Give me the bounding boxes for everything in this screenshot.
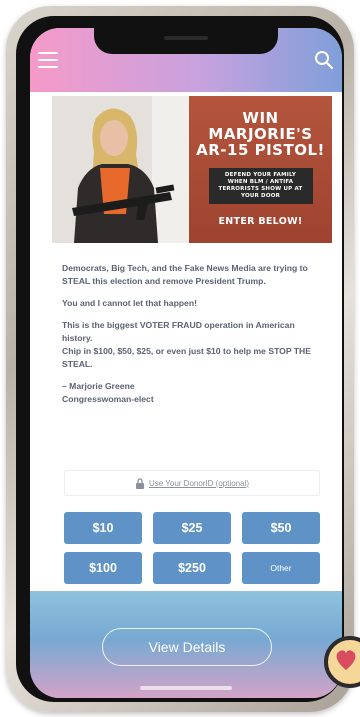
heart-icon [336,650,356,670]
appeal-message: Democrats, Big Tech, and the Fake News M… [62,262,322,415]
phone-screen: WIN MARJORIE'S AR-15 PISTOL! DEFEND YOUR… [30,28,342,698]
amount-button-10[interactable]: $10 [64,512,142,544]
amount-grid: $10 $25 $50 $100 $250 Other [64,512,320,584]
amount-button-50[interactable]: $50 [242,512,320,544]
message-paragraph: You and I cannot let that happen! [62,298,197,308]
amount-button-other[interactable]: Other [242,552,320,584]
hero-banner: WIN MARJORIE'S AR-15 PISTOL! DEFEND YOUR… [52,96,332,243]
search-icon[interactable] [314,50,334,70]
home-indicator[interactable] [140,686,232,690]
amount-button-250[interactable]: $250 [153,552,231,584]
speaker-grille [164,36,208,40]
amount-button-25[interactable]: $25 [153,512,231,544]
donor-id-link[interactable]: Use Your DonorID (optional) [64,470,320,496]
hamburger-icon[interactable] [38,52,58,68]
view-details-button[interactable]: View Details [102,628,272,666]
phone-notch [94,28,278,54]
message-paragraph: This is the biggest VOTER FRAUD operatio… [62,320,295,343]
signature-title: Congresswoman-elect [62,394,154,404]
hero-photo [52,96,189,243]
promo-cta: ENTER BELOW! [218,216,303,227]
person-with-rifle-illustration [52,96,189,243]
message-paragraph: Chip in $100, $50, $25, or even just $10… [62,346,311,369]
promo-title-line: AR-15 PISTOL! [196,141,325,159]
promo-title-line: WIN [242,109,279,127]
promo-panel: WIN MARJORIE'S AR-15 PISTOL! DEFEND YOUR… [189,96,332,243]
signature-name: – Marjorie Greene [62,381,135,391]
promo-title-line: MARJORIE'S [208,125,313,143]
message-paragraph: Democrats, Big Tech, and the Fake News M… [62,263,308,286]
promo-subtext: DEFEND YOUR FAMILY WHEN BLM / ANTIFA TER… [208,168,313,204]
donor-id-label: Use Your DonorID (optional) [148,478,250,488]
lock-icon [135,477,144,489]
app-header [30,28,342,92]
amount-button-100[interactable]: $100 [64,552,142,584]
